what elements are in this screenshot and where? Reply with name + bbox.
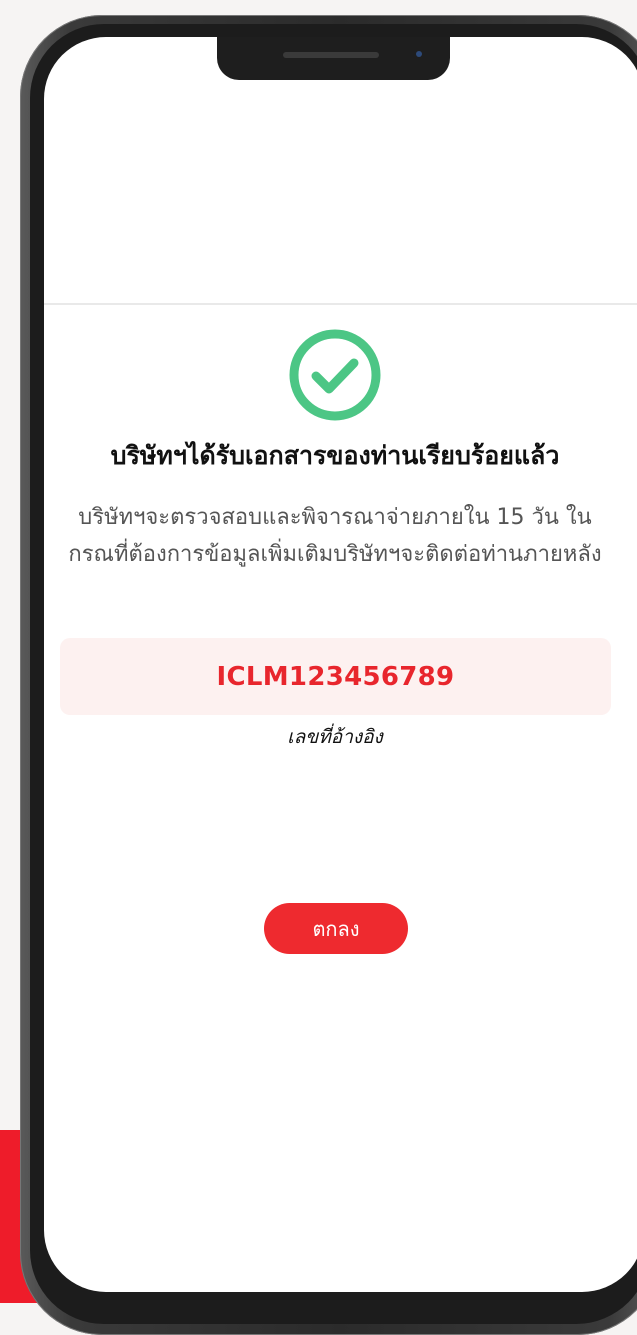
front-camera — [416, 51, 422, 57]
phone-screen: บริษัทฯได้รับเอกสารของท่านเรียบร้อยแล้ว … — [44, 37, 637, 1292]
ok-button[interactable]: ตกลง — [264, 903, 408, 954]
success-title: บริษัทฯได้รับเอกสารของท่านเรียบร้อยแล้ว — [110, 441, 560, 470]
speaker-grille — [283, 52, 379, 58]
phone-notch — [217, 37, 450, 80]
header-divider — [44, 303, 637, 305]
check-circle-icon — [288, 328, 382, 422]
success-description: บริษัทฯจะตรวจสอบและพิจารณาจ่ายภายใน 15 ว… — [68, 505, 602, 567]
reference-label: เลขที่อ้างอิง — [287, 726, 383, 748]
reference-number: ICLM123456789 — [216, 661, 455, 692]
reference-box: ICLM123456789 — [60, 638, 611, 715]
